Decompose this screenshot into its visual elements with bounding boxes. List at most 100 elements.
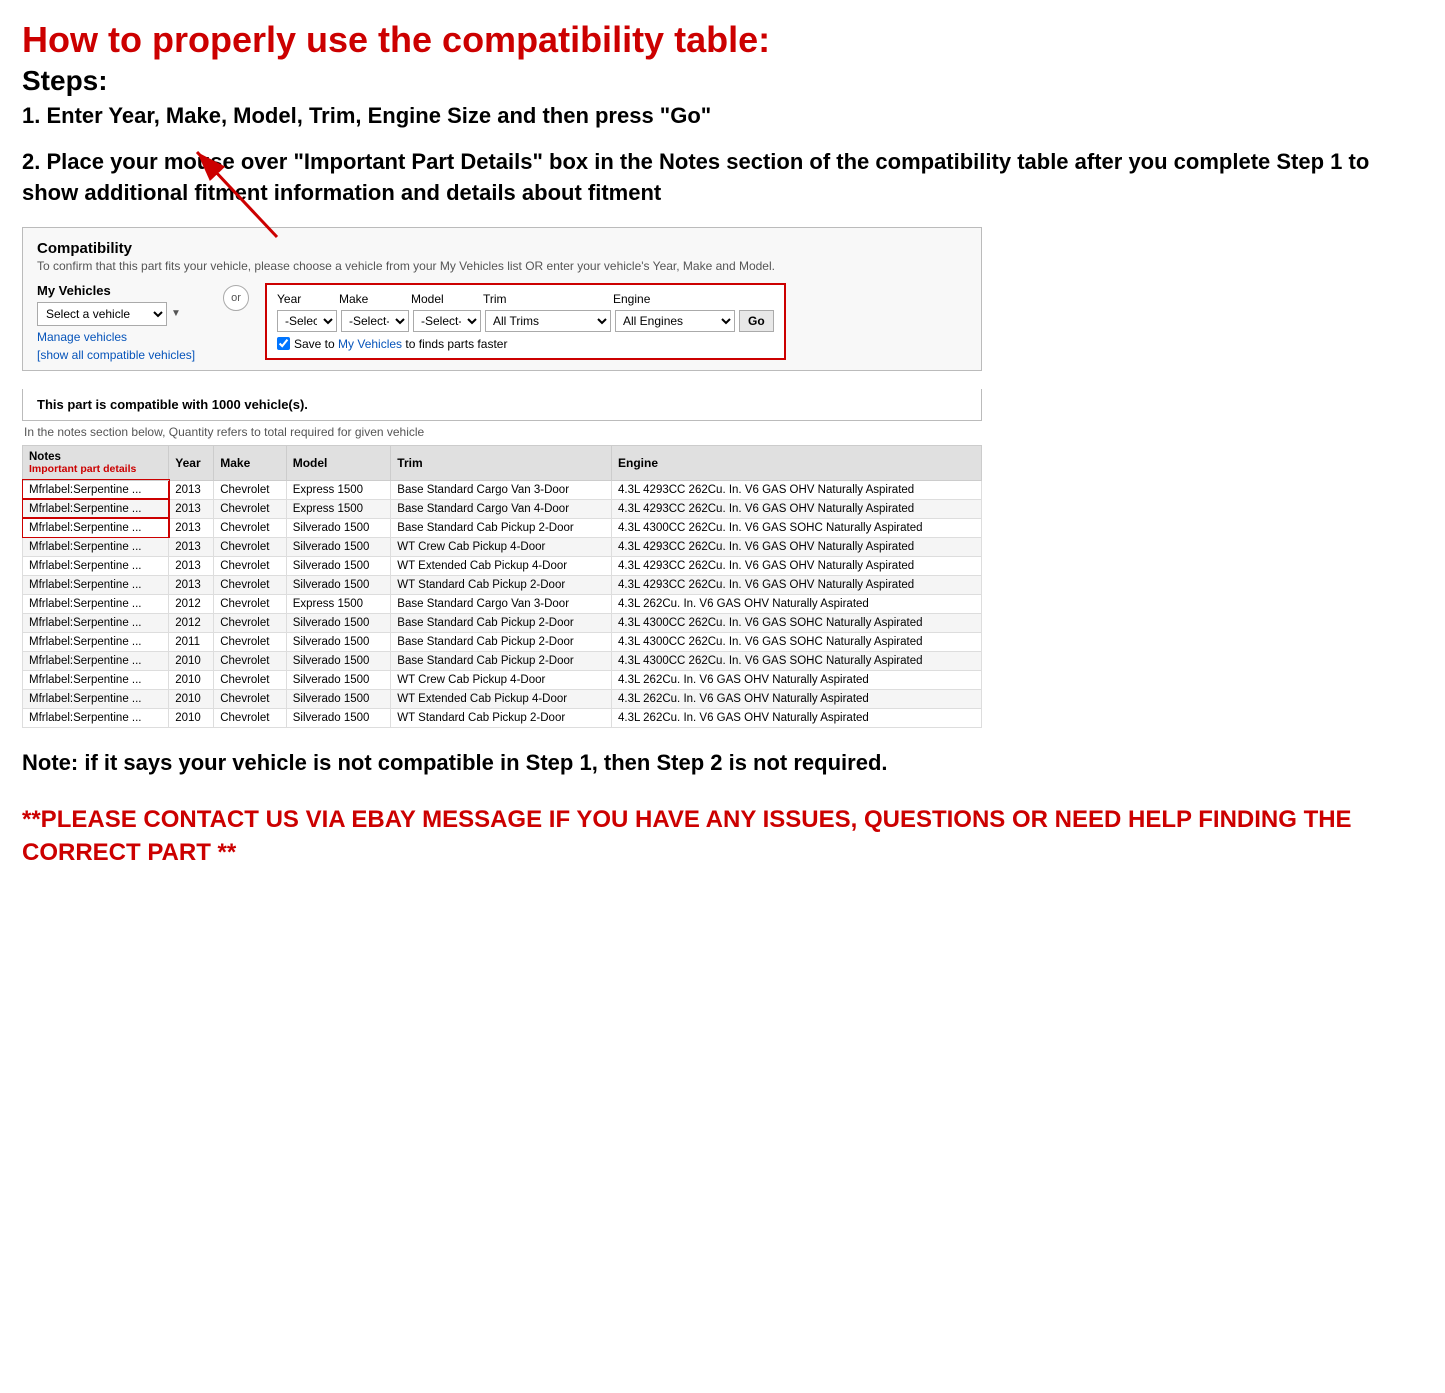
table-header-row: Notes Important part details Year Make M…: [23, 445, 982, 480]
step1-text: 1. Enter Year, Make, Model, Trim, Engine…: [22, 103, 1423, 129]
table-body: Mfrlabel:Serpentine ...2013ChevroletExpr…: [23, 480, 982, 727]
cell-model: Silverado 1500: [286, 670, 391, 689]
cell-notes: Mfrlabel:Serpentine ...: [23, 518, 169, 537]
cell-model: Express 1500: [286, 480, 391, 499]
col-year: Year: [169, 445, 214, 480]
table-row: Mfrlabel:Serpentine ...2012ChevroletExpr…: [23, 594, 982, 613]
cell-engine: 4.3L 4300CC 262Cu. In. V6 GAS SOHC Natur…: [612, 651, 982, 670]
make-select[interactable]: -Select-: [341, 310, 409, 332]
table-row: Mfrlabel:Serpentine ...2011ChevroletSilv…: [23, 632, 982, 651]
table-row: Mfrlabel:Serpentine ...2012ChevroletSilv…: [23, 613, 982, 632]
cell-notes: Mfrlabel:Serpentine ...: [23, 670, 169, 689]
cell-model: Express 1500: [286, 594, 391, 613]
table-row: Mfrlabel:Serpentine ...2010ChevroletSilv…: [23, 689, 982, 708]
cell-year: 2013: [169, 575, 214, 594]
cell-engine: 4.3L 4300CC 262Cu. In. V6 GAS SOHC Natur…: [612, 613, 982, 632]
cell-engine: 4.3L 4293CC 262Cu. In. V6 GAS OHV Natura…: [612, 537, 982, 556]
table-row: Mfrlabel:Serpentine ...2010ChevroletSilv…: [23, 651, 982, 670]
cell-trim: Base Standard Cargo Van 3-Door: [391, 594, 612, 613]
ymm-section: Year Make Model Trim Engine -Select- -Se…: [265, 283, 786, 360]
cell-engine: 4.3L 262Cu. In. V6 GAS OHV Naturally Asp…: [612, 594, 982, 613]
cell-year: 2012: [169, 594, 214, 613]
my-vehicles-section: My Vehicles Select a vehicle ▼ Manage ve…: [37, 283, 207, 362]
table-row: Mfrlabel:Serpentine ...2013ChevroletExpr…: [23, 480, 982, 499]
arrow-icon: [177, 137, 297, 247]
notes-header-label: Notes: [29, 451, 61, 463]
table-row: Mfrlabel:Serpentine ...2013ChevroletSilv…: [23, 575, 982, 594]
col-make: Make: [214, 445, 287, 480]
cell-trim: Base Standard Cab Pickup 2-Door: [391, 518, 612, 537]
cell-make: Chevrolet: [214, 480, 287, 499]
cell-trim: WT Crew Cab Pickup 4-Door: [391, 670, 612, 689]
cell-engine: 4.3L 4293CC 262Cu. In. V6 GAS OHV Natura…: [612, 499, 982, 518]
engine-label: Engine: [613, 292, 753, 306]
cell-model: Silverado 1500: [286, 537, 391, 556]
cell-model: Silverado 1500: [286, 708, 391, 727]
notes-sub-label: Important part details: [29, 463, 136, 475]
show-all-compatible-link[interactable]: [show all compatible vehicles]: [37, 348, 207, 362]
cell-make: Chevrolet: [214, 651, 287, 670]
cell-make: Chevrolet: [214, 708, 287, 727]
cell-engine: 4.3L 4293CC 262Cu. In. V6 GAS OHV Natura…: [612, 556, 982, 575]
engine-select[interactable]: All Engines: [615, 310, 735, 332]
compat-subtitle: To confirm that this part fits your vehi…: [37, 259, 967, 273]
steps-heading: Steps:: [22, 65, 1423, 97]
table-row: Mfrlabel:Serpentine ...2010ChevroletSilv…: [23, 670, 982, 689]
cell-trim: WT Crew Cab Pickup 4-Door: [391, 537, 612, 556]
note-text: Note: if it says your vehicle is not com…: [22, 748, 1423, 779]
cell-trim: WT Extended Cab Pickup 4-Door: [391, 556, 612, 575]
cell-year: 2013: [169, 499, 214, 518]
cell-engine: 4.3L 262Cu. In. V6 GAS OHV Naturally Asp…: [612, 689, 982, 708]
cell-engine: 4.3L 262Cu. In. V6 GAS OHV Naturally Asp…: [612, 708, 982, 727]
cell-notes: Mfrlabel:Serpentine ...: [23, 613, 169, 632]
save-label: Save to My Vehicles to finds parts faste…: [294, 337, 507, 351]
col-model: Model: [286, 445, 391, 480]
cell-year: 2010: [169, 708, 214, 727]
cell-notes: Mfrlabel:Serpentine ...: [23, 499, 169, 518]
save-checkbox[interactable]: [277, 337, 290, 350]
cell-year: 2013: [169, 518, 214, 537]
vehicle-select[interactable]: Select a vehicle: [37, 302, 167, 326]
cell-model: Express 1500: [286, 499, 391, 518]
table-header: Notes Important part details Year Make M…: [23, 445, 982, 480]
manage-vehicles-link[interactable]: Manage vehicles: [37, 330, 207, 344]
cell-model: Silverado 1500: [286, 575, 391, 594]
cell-trim: WT Standard Cab Pickup 2-Door: [391, 575, 612, 594]
cell-make: Chevrolet: [214, 575, 287, 594]
go-button[interactable]: Go: [739, 310, 774, 332]
trim-label: Trim: [483, 292, 613, 306]
trim-select[interactable]: All Trims: [485, 310, 611, 332]
year-select[interactable]: -Select-: [277, 310, 337, 332]
cell-make: Chevrolet: [214, 613, 287, 632]
model-select[interactable]: -Select-: [413, 310, 481, 332]
quantity-note: In the notes section below, Quantity ref…: [22, 425, 982, 439]
cell-make: Chevrolet: [214, 670, 287, 689]
cell-make: Chevrolet: [214, 594, 287, 613]
cell-trim: Base Standard Cab Pickup 2-Door: [391, 613, 612, 632]
cell-make: Chevrolet: [214, 689, 287, 708]
cell-notes: Mfrlabel:Serpentine ...: [23, 708, 169, 727]
cell-notes: Mfrlabel:Serpentine ...: [23, 651, 169, 670]
cell-engine: 4.3L 262Cu. In. V6 GAS OHV Naturally Asp…: [612, 670, 982, 689]
my-vehicles-link[interactable]: My Vehicles: [338, 337, 402, 351]
table-row: Mfrlabel:Serpentine ...2013ChevroletSilv…: [23, 518, 982, 537]
cell-make: Chevrolet: [214, 518, 287, 537]
ymm-labels-row: Year Make Model Trim Engine: [277, 292, 774, 306]
compatibility-widget: Compatibility To confirm that this part …: [22, 227, 982, 371]
vehicle-select-wrapper: Select a vehicle ▼: [37, 302, 207, 326]
cell-year: 2013: [169, 480, 214, 499]
cell-notes: Mfrlabel:Serpentine ...: [23, 594, 169, 613]
cell-make: Chevrolet: [214, 499, 287, 518]
cell-year: 2010: [169, 670, 214, 689]
main-title: How to properly use the compatibility ta…: [22, 18, 1423, 61]
cell-engine: 4.3L 4300CC 262Cu. In. V6 GAS SOHC Natur…: [612, 518, 982, 537]
cell-trim: Base Standard Cab Pickup 2-Door: [391, 651, 612, 670]
model-label: Model: [411, 292, 483, 306]
cell-trim: WT Standard Cab Pickup 2-Door: [391, 708, 612, 727]
cell-model: Silverado 1500: [286, 689, 391, 708]
compat-controls-row: My Vehicles Select a vehicle ▼ Manage ve…: [37, 283, 967, 362]
cell-trim: Base Standard Cargo Van 3-Door: [391, 480, 612, 499]
cell-engine: 4.3L 4293CC 262Cu. In. V6 GAS OHV Natura…: [612, 575, 982, 594]
cell-year: 2010: [169, 651, 214, 670]
cell-year: 2013: [169, 556, 214, 575]
